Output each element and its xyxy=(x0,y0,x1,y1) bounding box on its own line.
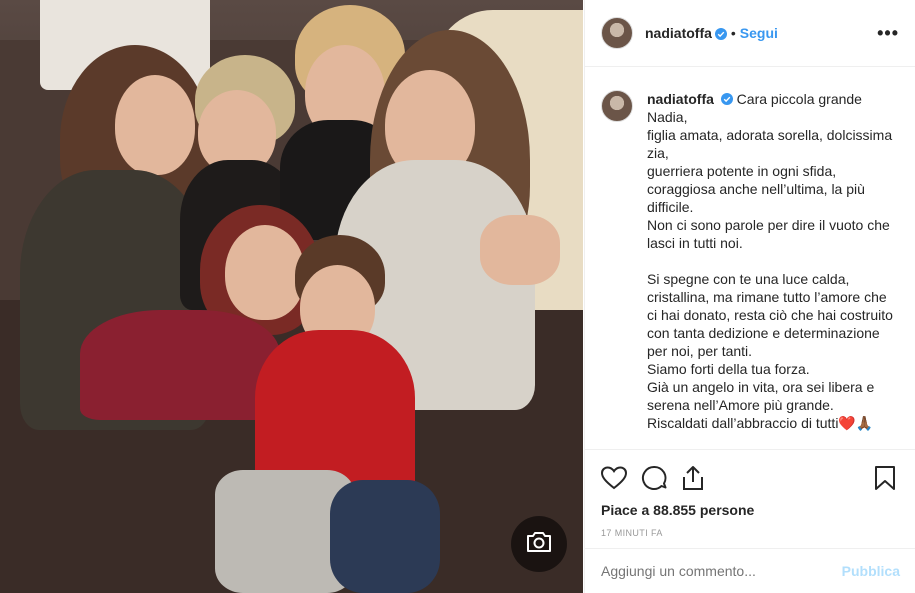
comment-bubble-icon[interactable] xyxy=(641,465,667,491)
caption-text: nadiatoffa Cara piccola grande Nadia, fi… xyxy=(647,90,900,448)
camera-button[interactable] xyxy=(511,516,567,572)
share-icon[interactable] xyxy=(681,465,707,491)
header-username[interactable]: nadiatoffa xyxy=(645,25,712,41)
caption-line: Si spegne con te una luce calda, cristal… xyxy=(647,271,893,359)
comment-input[interactable] xyxy=(601,563,842,579)
caption-line: Siamo forti della tua forza. xyxy=(647,361,810,377)
comment-form: Pubblica xyxy=(585,548,915,593)
caption-line: Non ci sono parole per dire il vuoto che… xyxy=(647,217,890,251)
header-separator: • xyxy=(730,25,736,41)
heart-icon[interactable] xyxy=(601,465,627,491)
avatar[interactable] xyxy=(601,17,633,49)
photo-person-face xyxy=(225,225,305,320)
caption-username[interactable]: nadiatoffa xyxy=(647,91,714,107)
publish-button[interactable]: Pubblica xyxy=(842,563,900,579)
verified-badge-icon xyxy=(714,27,727,40)
post-side-panel: nadiatoffa • Segui ••• nadiatoffa Cara p xyxy=(584,0,915,593)
photo-person-jeans xyxy=(330,480,440,593)
caption-line: guerriera potente in ogni sfida, coraggi… xyxy=(647,163,865,215)
camera-icon xyxy=(525,530,553,559)
more-options-icon[interactable]: ••• xyxy=(877,23,899,44)
caption-gap xyxy=(647,252,900,270)
verified-badge-icon xyxy=(720,91,733,105)
post-timestamp[interactable]: 17 MINUTI FA xyxy=(601,528,900,538)
photo-person-hand xyxy=(480,215,560,285)
likes-count[interactable]: Piace a 88.855 persone xyxy=(601,502,900,518)
caption-line: figlia amata, adorata sorella, dolcissim… xyxy=(647,127,893,161)
post-actions: Piace a 88.855 persone 17 MINUTI FA xyxy=(585,449,915,538)
post-header: nadiatoffa • Segui ••• xyxy=(585,0,915,67)
photo-person-clothes xyxy=(80,310,280,420)
caption-line: Già un angelo in vita, ora sei libera e … xyxy=(647,379,875,413)
caption-first-line: nadiatoffa Cara piccola grande Nadia, xyxy=(647,90,900,126)
action-icons-row xyxy=(601,458,900,498)
avatar[interactable] xyxy=(601,90,633,122)
caption-line: Riscaldati dall’abbraccio di tutti❤️🙏🏾 xyxy=(647,415,874,431)
follow-button[interactable]: Segui xyxy=(740,25,778,41)
post-photo[interactable] xyxy=(0,0,583,593)
photo-person-face xyxy=(115,75,195,175)
caption: nadiatoffa Cara piccola grande Nadia, fi… xyxy=(585,68,915,448)
bookmark-icon[interactable] xyxy=(874,465,900,491)
